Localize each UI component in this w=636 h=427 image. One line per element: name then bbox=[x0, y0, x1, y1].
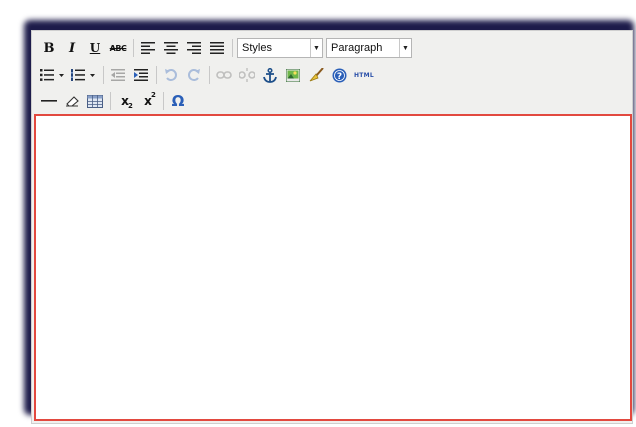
subscript-button[interactable]: x2 bbox=[115, 91, 135, 111]
numbered-list-button[interactable] bbox=[70, 65, 98, 85]
superscript-button[interactable]: x2 bbox=[138, 91, 158, 111]
toolbar-separator bbox=[156, 66, 157, 84]
image-button[interactable] bbox=[283, 65, 303, 85]
image-icon bbox=[286, 68, 300, 82]
unlink-icon bbox=[239, 68, 255, 82]
styles-select[interactable]: Styles ▼ bbox=[237, 38, 323, 58]
cleanup-button[interactable] bbox=[306, 65, 326, 85]
align-center-button[interactable] bbox=[161, 38, 181, 58]
anchor-button[interactable] bbox=[260, 65, 280, 85]
special-character-button[interactable]: Ω bbox=[168, 91, 188, 111]
align-left-button[interactable] bbox=[138, 38, 158, 58]
redo-icon bbox=[188, 69, 200, 81]
cleanup-icon bbox=[309, 68, 324, 82]
html-source-button[interactable]: HTML bbox=[352, 65, 376, 85]
horizontal-rule-button[interactable] bbox=[39, 91, 59, 111]
subscript-label: x2 bbox=[121, 94, 133, 110]
link-icon bbox=[216, 71, 232, 79]
align-center-icon bbox=[164, 42, 178, 54]
toolbar-separator bbox=[163, 92, 164, 110]
indent-icon bbox=[134, 69, 148, 81]
toolbar-separator bbox=[110, 92, 111, 110]
indent-button[interactable] bbox=[131, 65, 151, 85]
redo-button[interactable] bbox=[184, 65, 204, 85]
svg-text:?: ? bbox=[336, 72, 341, 82]
undo-button[interactable] bbox=[161, 65, 181, 85]
toolbar-row-3: x2 x2 Ω bbox=[39, 90, 191, 112]
undo-icon bbox=[165, 69, 177, 81]
editor-content-area[interactable] bbox=[34, 114, 632, 421]
help-button[interactable]: ? bbox=[329, 65, 349, 85]
remove-format-button[interactable] bbox=[62, 91, 82, 111]
align-left-icon bbox=[141, 42, 155, 54]
table-icon bbox=[87, 94, 103, 108]
unlink-button[interactable] bbox=[237, 65, 257, 85]
underline-button[interactable]: U bbox=[85, 38, 105, 58]
align-right-button[interactable] bbox=[184, 38, 204, 58]
chevron-down-icon: ▼ bbox=[310, 39, 322, 57]
anchor-icon bbox=[263, 67, 277, 83]
outdent-icon bbox=[111, 69, 125, 81]
link-button[interactable] bbox=[214, 65, 234, 85]
align-justify-icon bbox=[210, 42, 224, 54]
toolbar-row-2: ? HTML bbox=[39, 64, 379, 86]
toolbar-row-1: B I U ABC Styles ▼ Paragraph ▼ bbox=[39, 37, 415, 59]
bold-button[interactable]: B bbox=[39, 38, 59, 58]
format-select-value: Paragraph bbox=[331, 42, 383, 54]
toolbar-separator bbox=[209, 66, 210, 84]
rich-text-editor: B I U ABC Styles ▼ Paragraph ▼ ? HTML x … bbox=[31, 30, 633, 424]
align-justify-button[interactable] bbox=[207, 38, 227, 58]
italic-button[interactable]: I bbox=[62, 38, 82, 58]
superscript-label: x2 bbox=[144, 91, 156, 108]
eraser-icon bbox=[66, 96, 79, 107]
format-select[interactable]: Paragraph ▼ bbox=[326, 38, 412, 58]
styles-select-value: Styles bbox=[242, 42, 272, 54]
table-button[interactable] bbox=[85, 91, 105, 111]
toolbar-separator bbox=[103, 66, 104, 84]
toolbar-separator bbox=[232, 39, 233, 57]
bullet-list-icon bbox=[40, 69, 64, 81]
numbered-list-icon bbox=[71, 69, 95, 81]
hr-icon bbox=[41, 100, 57, 102]
toolbar-separator bbox=[133, 39, 134, 57]
strikethrough-button[interactable]: ABC bbox=[108, 38, 128, 58]
chevron-down-icon: ▼ bbox=[399, 39, 411, 57]
bullet-list-button[interactable] bbox=[39, 65, 67, 85]
align-right-icon bbox=[187, 42, 201, 54]
outdent-button[interactable] bbox=[108, 65, 128, 85]
help-icon: ? bbox=[332, 68, 346, 82]
